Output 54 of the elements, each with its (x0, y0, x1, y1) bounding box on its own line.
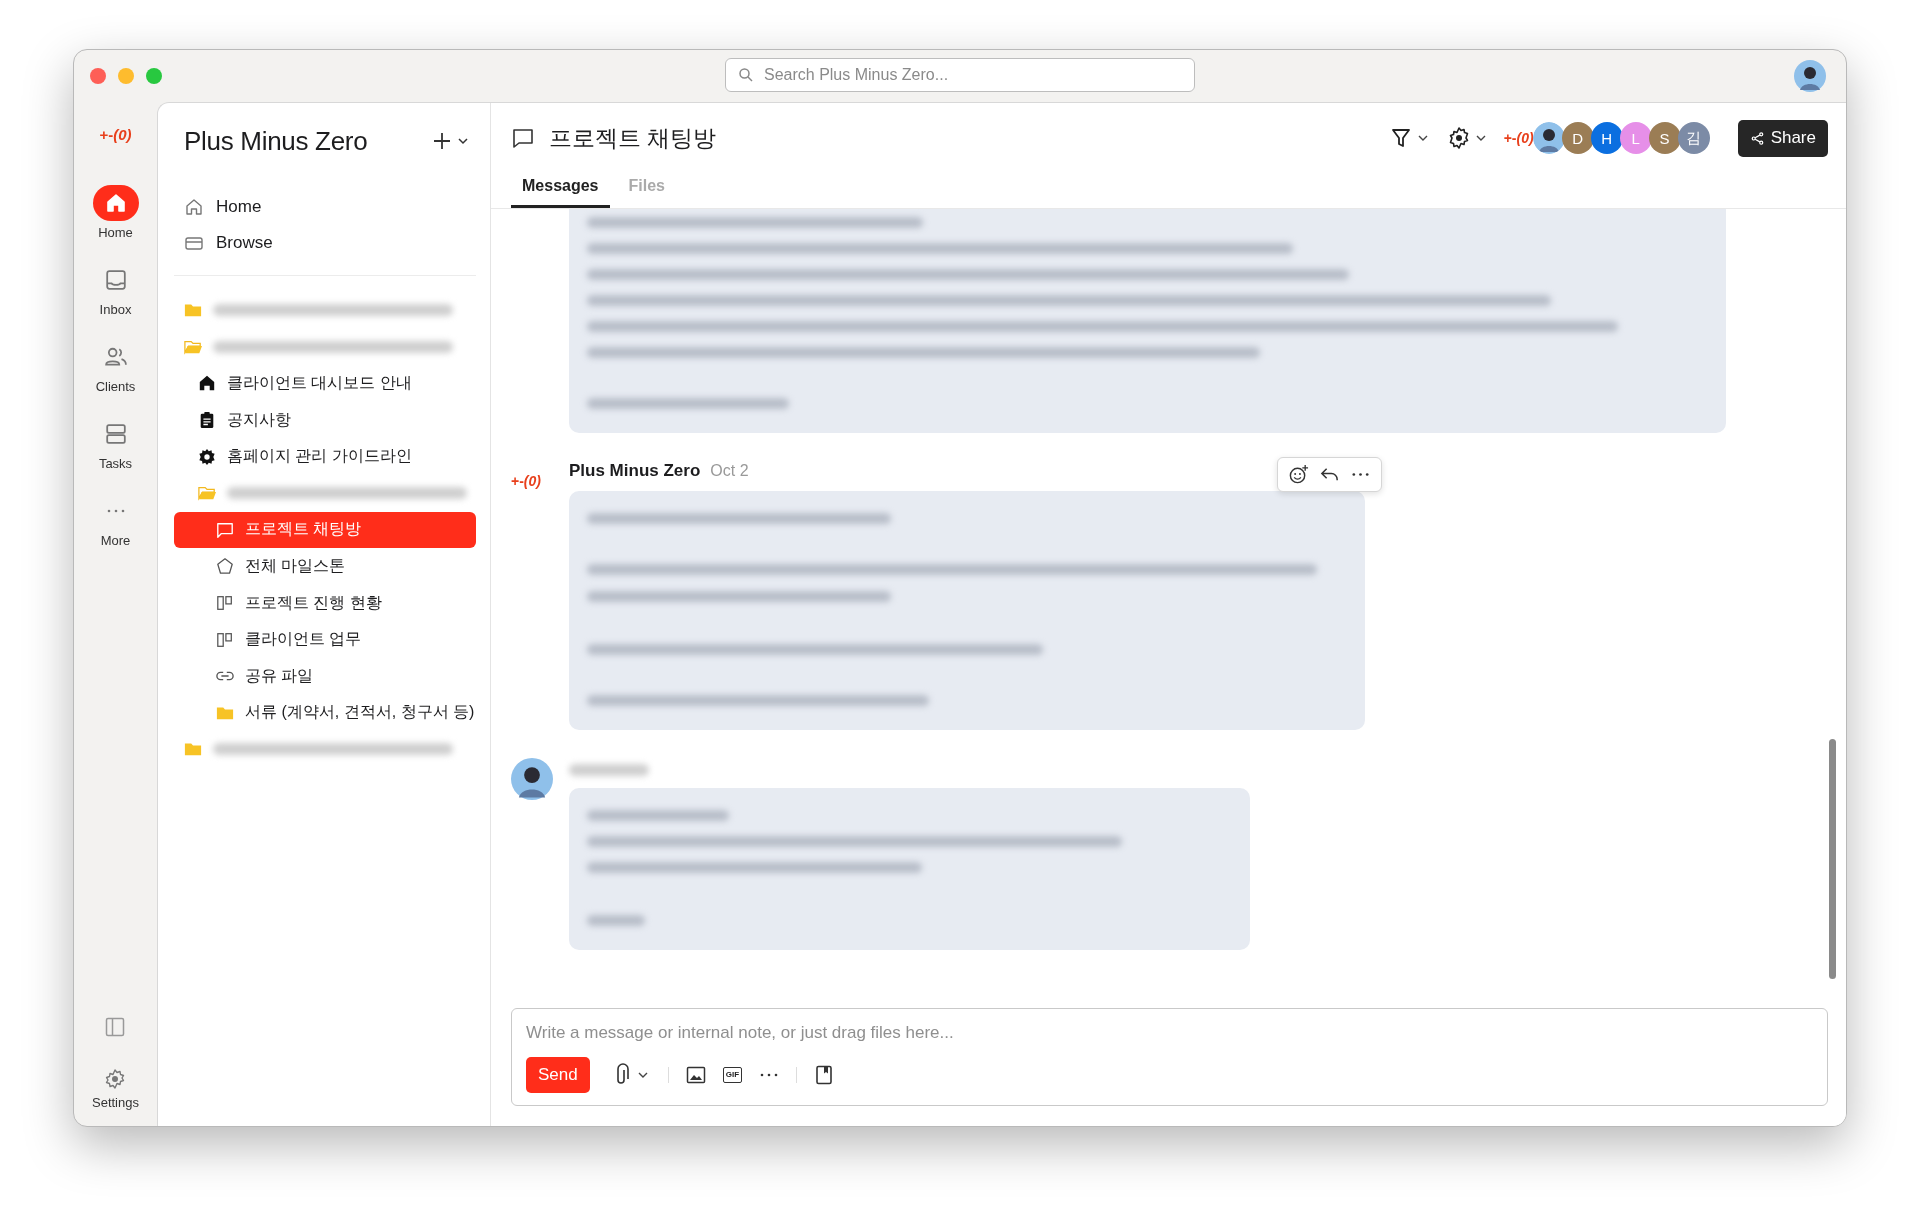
member-avatar[interactable] (1532, 122, 1565, 154)
plus-caret-icon (432, 131, 468, 151)
board-icon (216, 594, 234, 613)
share-button[interactable]: Share (1737, 119, 1828, 157)
search-field[interactable]: Search Plus Minus Zero... (725, 58, 1195, 92)
brand-logo: +-(0) (511, 473, 541, 489)
home-icon (184, 197, 204, 217)
tree-item[interactable]: 전체 마일스톤 (174, 548, 476, 585)
nav-item[interactable]: Browse (174, 225, 476, 261)
rail-more-button[interactable]: More (92, 493, 139, 548)
send-button[interactable]: Send (526, 1057, 590, 1093)
board-icon (216, 630, 234, 649)
gear-icon (198, 447, 216, 466)
user-avatar (511, 758, 553, 800)
member-avatar[interactable]: S (1648, 122, 1681, 154)
channel-title: 프로젝트 채팅방 (549, 123, 717, 153)
rail-inbox-button[interactable]: Inbox (92, 262, 139, 317)
brand-logo: +-(0) (99, 126, 132, 143)
open-folder-icon (198, 484, 216, 503)
member-avatar[interactable]: D (1561, 122, 1594, 154)
image-icon[interactable] (684, 1064, 707, 1086)
scrollbar-thumb[interactable] (1829, 739, 1836, 979)
filter-icon (1389, 126, 1430, 150)
chat-icon (511, 126, 535, 150)
rail-home-button[interactable]: Home (92, 185, 139, 240)
tree-item[interactable]: 서류 (계약서, 견적서, 청구서 등) (174, 694, 476, 732)
settings-icon (1447, 126, 1488, 150)
blurred-text (587, 915, 646, 926)
message-time: Oct 2 (710, 462, 749, 480)
tree-item[interactable]: 프로젝트 채팅방 (174, 511, 476, 549)
member-avatar[interactable]: H (1590, 122, 1623, 154)
rail-clients-button[interactable]: Clients (92, 339, 139, 394)
close-window-button[interactable] (90, 68, 106, 84)
tree-item[interactable]: 홈페이지 관리 가이드라인 (174, 438, 476, 475)
home-icon (198, 374, 216, 393)
workspace-title: Plus Minus Zero (184, 125, 368, 157)
tree-item[interactable]: 클라이언트 대시보드 안내 (174, 365, 476, 402)
pentagon-icon (216, 557, 234, 576)
user-avatar[interactable] (1794, 60, 1826, 92)
tree-item[interactable]: 공지사항 (174, 401, 476, 439)
tree-item[interactable]: 프로젝트 진행 현황 (174, 584, 476, 622)
message-author: Plus Minus Zero (569, 461, 701, 481)
clipboard-icon (198, 411, 216, 430)
tree-item[interactable]: 클라이언트 업무 (174, 621, 476, 658)
gif-button[interactable]: GIF (722, 1067, 743, 1083)
search-icon (738, 67, 754, 83)
tree-item[interactable]: 공유 파일 (174, 657, 476, 695)
chat-icon (216, 520, 234, 539)
add-reaction-icon[interactable] (1288, 464, 1309, 485)
nav-item[interactable]: Home (174, 189, 476, 225)
settings-button[interactable]: Settings (92, 1067, 139, 1110)
share-icon (1749, 130, 1765, 146)
brand-logo: +-(0) (1503, 130, 1534, 146)
rail-tasks-button[interactable]: Tasks (92, 416, 139, 471)
